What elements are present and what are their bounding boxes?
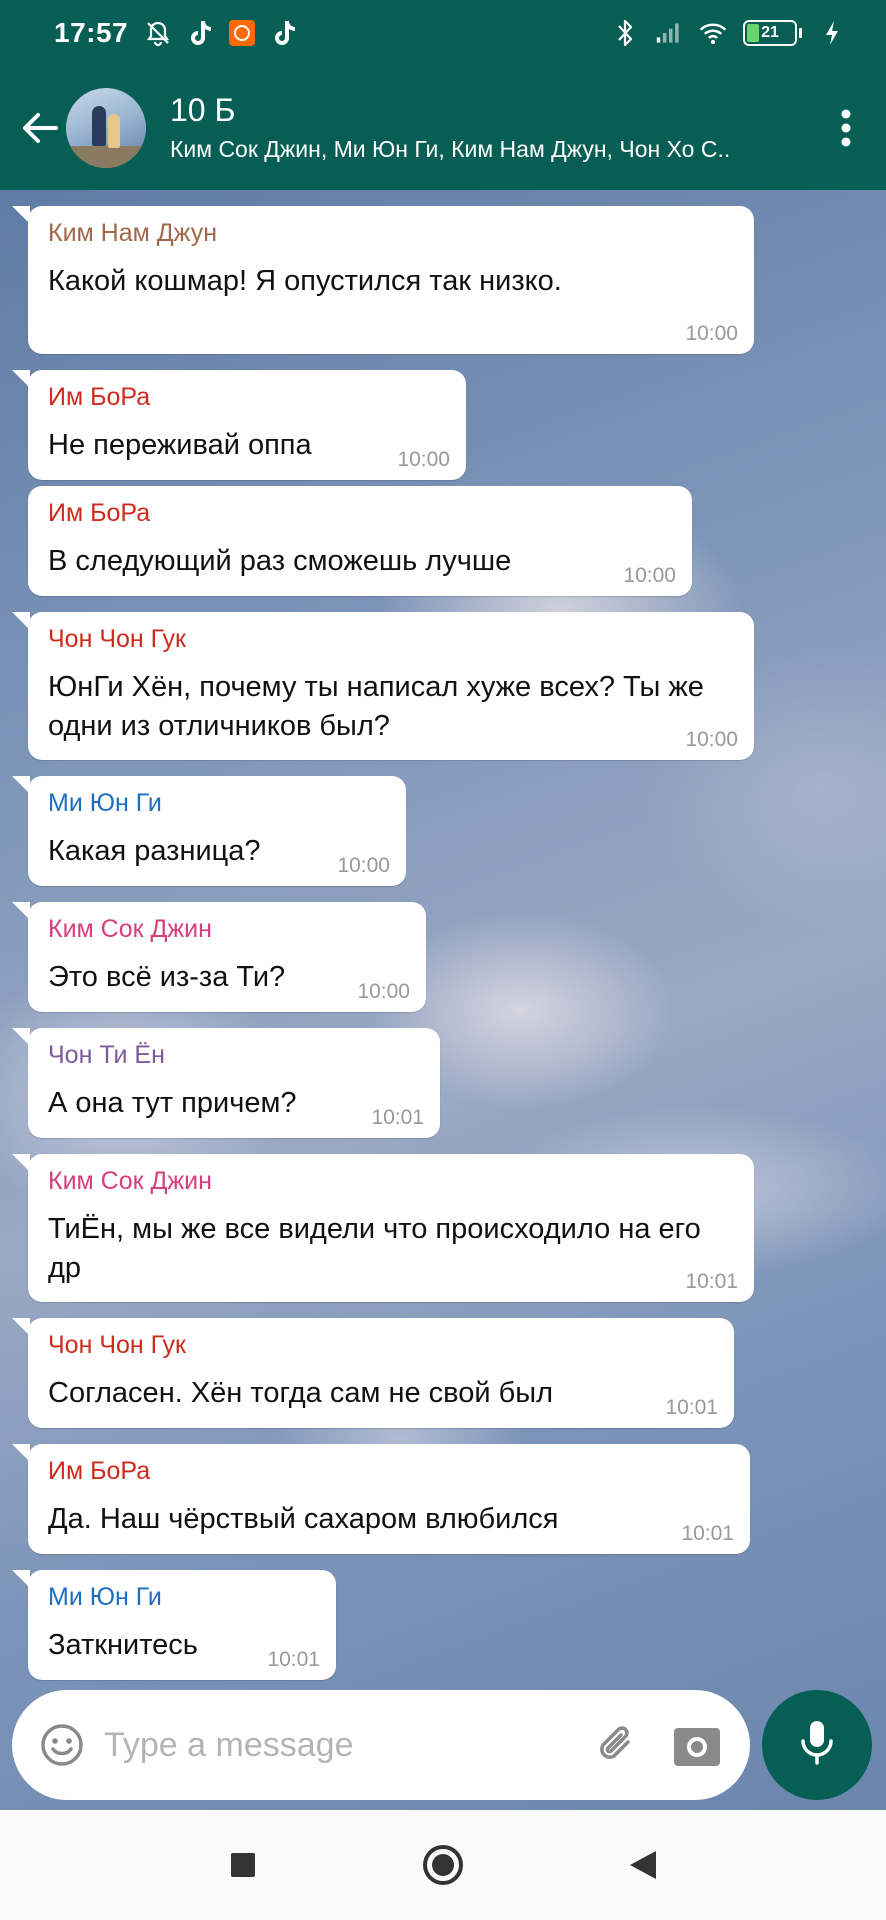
group-avatar[interactable] bbox=[66, 88, 146, 168]
status-system-icons: 21 bbox=[611, 19, 846, 47]
chat-title: 10 Б bbox=[170, 92, 236, 128]
tiktok-icon bbox=[186, 19, 214, 47]
message-sender: Ми Юн Ги bbox=[48, 1583, 162, 1611]
bluetooth-icon bbox=[611, 19, 639, 47]
message-bubble[interactable]: Им БоРа В следующий раз сможешь лучше 10… bbox=[28, 486, 692, 596]
home-circle-icon[interactable] bbox=[418, 1840, 468, 1890]
battery-icon: 21 bbox=[743, 20, 802, 46]
mute-bell-icon bbox=[144, 19, 172, 47]
message-time: 10:01 bbox=[371, 1106, 424, 1129]
message-sender: Ким Сок Джин bbox=[48, 915, 212, 943]
signal-icon bbox=[655, 19, 683, 47]
message-time: 10:01 bbox=[685, 1270, 738, 1293]
message-bubble[interactable]: Им БоРа Да. Наш чёрствый сахаром влюбилс… bbox=[12, 1444, 750, 1554]
message-composer: Type a message bbox=[12, 1690, 750, 1800]
message-sender: Им БоРа bbox=[48, 499, 151, 527]
message-input[interactable]: Type a message bbox=[104, 1726, 590, 1765]
message-sender: Чон Чон Гук bbox=[48, 625, 186, 653]
battery-level: 21 bbox=[761, 24, 779, 41]
tiktok-icon bbox=[270, 19, 298, 47]
message-bubble[interactable]: Ми Юн Ги Какая разница? 10:00 bbox=[12, 776, 406, 886]
message-sender: Чон Чон Гук bbox=[48, 1331, 186, 1359]
mi-app-icon bbox=[228, 19, 256, 47]
message-sender: Им БоРа bbox=[48, 383, 151, 411]
message-sender: Ким Нам Джун bbox=[48, 219, 217, 247]
message-text: Какой кошмар! Я опустился так низко. bbox=[48, 265, 562, 297]
camera-icon[interactable] bbox=[670, 1718, 724, 1772]
message-time: 10:00 bbox=[623, 564, 676, 587]
status-time: 17:57 bbox=[54, 17, 129, 48]
message-sender: Им БоРа bbox=[48, 1457, 151, 1485]
chat-header: 10 Б Ким Сок Джин, Ми Юн Ги, Ким Нам Джу… bbox=[0, 66, 886, 190]
message-text: ЮнГи Хён, почему ты написал хуже всех? Т… bbox=[48, 671, 704, 742]
message-bubble[interactable]: Ким Нам Джун Какой кошмар! Я опустился т… bbox=[12, 206, 754, 354]
mic-button[interactable] bbox=[762, 1690, 872, 1800]
message-text: Это всё из-за Ти? bbox=[48, 961, 286, 993]
message-text: В следующий раз сможешь лучше bbox=[48, 545, 512, 577]
attach-icon[interactable] bbox=[590, 1718, 644, 1772]
message-sender: Чон Ти Ён bbox=[48, 1041, 165, 1069]
message-time: 10:01 bbox=[267, 1648, 320, 1671]
emoji-icon[interactable] bbox=[38, 1721, 86, 1769]
message-time: 10:01 bbox=[681, 1522, 734, 1545]
message-bubble[interactable]: Ми Юн Ги Заткнитесь 10:01 bbox=[12, 1570, 336, 1680]
message-bubble[interactable]: Чон Ти Ён А она тут причем? 10:01 bbox=[12, 1028, 440, 1138]
message-time: 10:00 bbox=[357, 980, 410, 1003]
message-text: Согласен. Хён тогда сам не свой был bbox=[48, 1377, 553, 1409]
message-sender: Ким Сок Джин bbox=[48, 1167, 212, 1195]
message-bubble[interactable]: Им БоРа Не переживай оппа 10:00 bbox=[12, 370, 466, 480]
message-text: ТиЁн, мы же все видели что происходило н… bbox=[48, 1213, 701, 1284]
wifi-icon bbox=[699, 19, 727, 47]
chat-participants: Ким Сок Джин, Ми Юн Ги, Ким Нам Джун, Чо… bbox=[170, 136, 731, 162]
message-text: А она тут причем? bbox=[48, 1087, 297, 1119]
message-bubble[interactable]: Чон Чон Гук Согласен. Хён тогда сам не с… bbox=[12, 1318, 734, 1428]
message-time: 10:00 bbox=[685, 322, 738, 345]
chat-title-block[interactable]: 10 Б Ким Сок Джин, Ми Юн Ги, Ким Нам Джу… bbox=[170, 91, 806, 165]
more-vert-icon[interactable] bbox=[806, 66, 886, 190]
message-time: 10:00 bbox=[397, 448, 450, 471]
chat-area[interactable]: Ким Нам Джун Какой кошмар! Я опустился т… bbox=[0, 190, 886, 1810]
message-text: Да. Наш чёрствый сахаром влюбился bbox=[48, 1503, 559, 1535]
message-text: Какая разница? bbox=[48, 835, 261, 867]
message-time: 10:00 bbox=[337, 854, 390, 877]
message-bubble[interactable]: Ким Сок Джин Это всё из-за Ти? 10:00 bbox=[12, 902, 426, 1012]
message-bubble[interactable]: Чон Чон Гук ЮнГи Хён, почему ты написал … bbox=[12, 612, 754, 760]
status-notifications bbox=[144, 19, 298, 47]
charging-icon bbox=[818, 19, 846, 47]
message-sender: Ми Юн Ги bbox=[48, 789, 162, 817]
system-nav-bar bbox=[0, 1810, 886, 1920]
status-bar: 17:57 21 bbox=[0, 0, 886, 66]
message-bubble[interactable]: Ким Сок Джин ТиЁн, мы же все видели что … bbox=[12, 1154, 754, 1302]
recents-square-icon[interactable] bbox=[218, 1840, 268, 1890]
message-text: Не переживай оппа bbox=[48, 429, 312, 461]
message-time: 10:00 bbox=[685, 728, 738, 751]
mic-icon bbox=[799, 1719, 835, 1772]
message-time: 10:01 bbox=[665, 1396, 718, 1419]
back-triangle-icon[interactable] bbox=[618, 1840, 668, 1890]
